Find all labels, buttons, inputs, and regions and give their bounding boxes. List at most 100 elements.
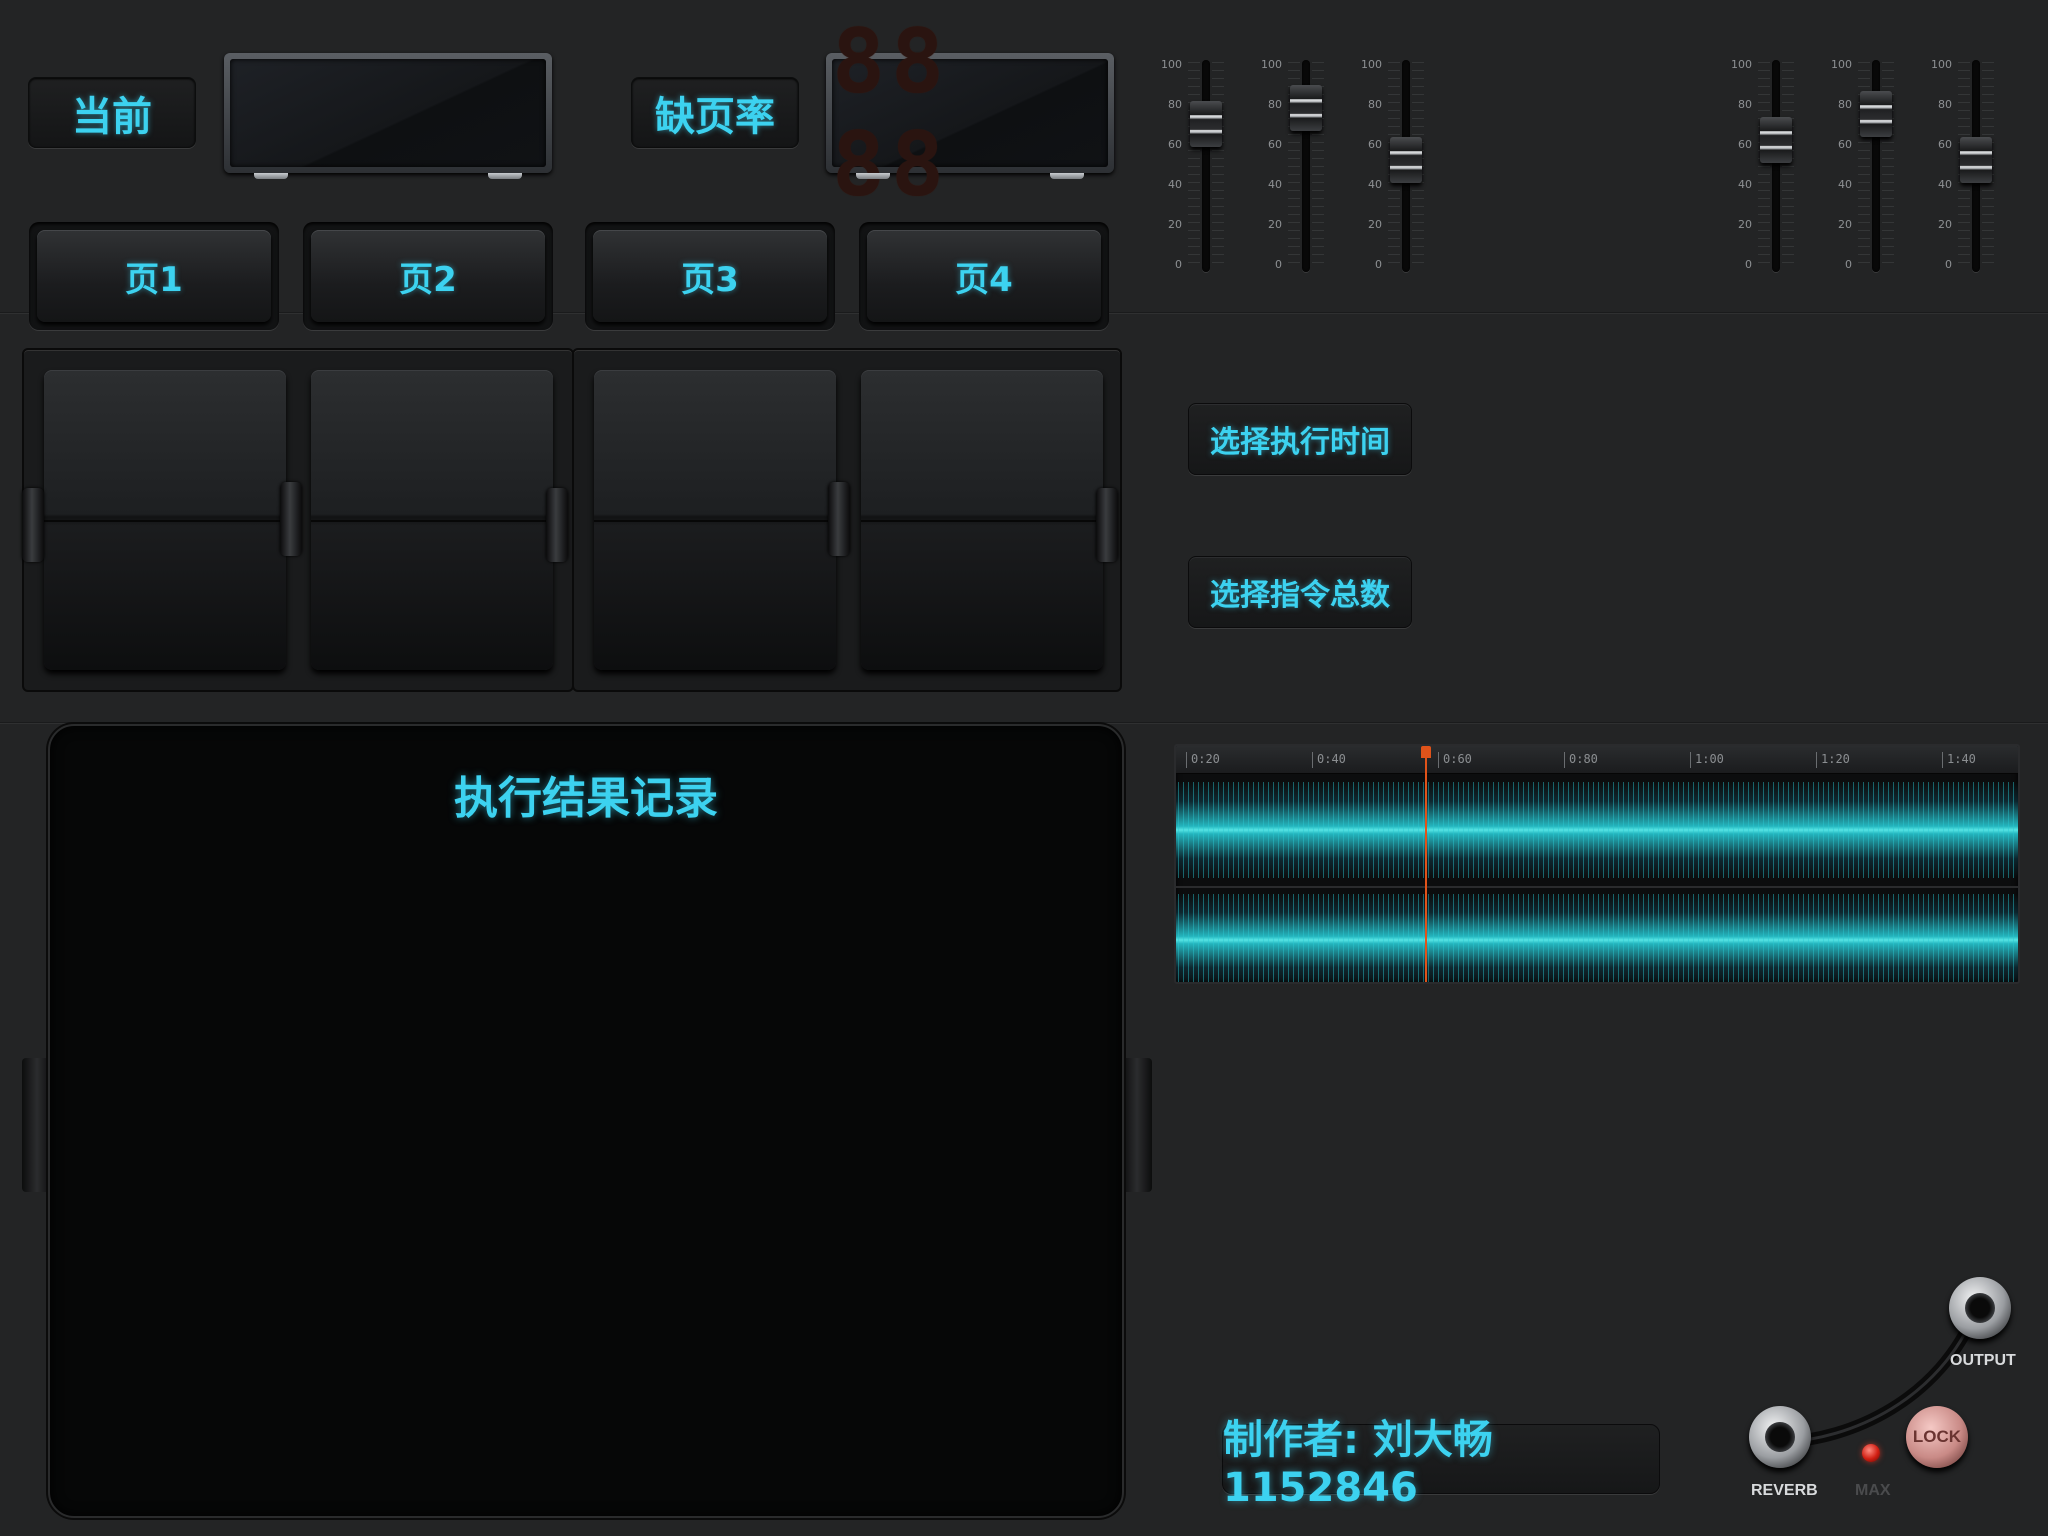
- ruler-tick-label: 0:40: [1312, 752, 1346, 768]
- ruler-tick-label: 0:20: [1186, 752, 1220, 768]
- fader-knob[interactable]: [1860, 91, 1892, 137]
- fader-scale-label: 20: [1838, 218, 1852, 231]
- hinge: [1096, 488, 1118, 562]
- fader-scale-label: 100: [1831, 58, 1852, 71]
- fader-scale-label: 40: [1738, 178, 1752, 191]
- waveform-channel-left: [1176, 782, 2018, 878]
- fader-scale-label: 60: [1738, 138, 1752, 151]
- fader-track[interactable]: [1772, 60, 1780, 272]
- fader-knob[interactable]: [1390, 137, 1422, 183]
- waveform-playhead[interactable]: [1425, 746, 1427, 982]
- right-fader-2[interactable]: 100 80 60 40 20 0: [1822, 58, 1908, 278]
- fault-rate-display-screen: 88 88: [832, 10, 1108, 216]
- fader-scale-label: 100: [1161, 58, 1182, 71]
- page-button-4[interactable]: 页4: [859, 222, 1109, 330]
- fader-scale-label: 40: [1938, 178, 1952, 191]
- record-side-tab-right: [1122, 1058, 1152, 1192]
- fader-scale-label: 0: [1945, 258, 1952, 271]
- lock-button[interactable]: LOCK: [1906, 1406, 1968, 1468]
- fader-scale-label: 60: [1838, 138, 1852, 151]
- page-button-1[interactable]: 页1: [29, 222, 279, 330]
- flip-card-page-1: [44, 370, 286, 670]
- waveform-display[interactable]: 0:20 0:40 0:60 0:80 1:00 1:20 1:40: [1174, 744, 2020, 984]
- fader-scale-label: 40: [1368, 178, 1382, 191]
- page-button-3[interactable]: 页3: [585, 222, 835, 330]
- fader-scale-label: 60: [1168, 138, 1182, 151]
- fader-scale-label: 60: [1938, 138, 1952, 151]
- fader-scale-label: 100: [1361, 58, 1382, 71]
- display-foot: [254, 173, 288, 179]
- flip-card-page-4: [861, 370, 1103, 670]
- current-display-screen: [230, 59, 546, 167]
- fader-scale-label: 40: [1168, 178, 1182, 191]
- fader-scale-label: 0: [1745, 258, 1752, 271]
- display-foot: [1050, 173, 1084, 179]
- fader-scale-label: 100: [1261, 58, 1282, 71]
- fader-scale-label: 80: [1838, 98, 1852, 111]
- execution-record-panel[interactable]: 执行结果记录: [48, 724, 1124, 1518]
- fault-rate-label: 缺页率: [631, 77, 799, 148]
- fader-scale-label: 20: [1938, 218, 1952, 231]
- fader-scale-label: 80: [1268, 98, 1282, 111]
- flip-card-page-3: [594, 370, 836, 670]
- page-button-label: 页2: [311, 230, 545, 322]
- hinge: [546, 488, 568, 562]
- waveform-channel-right: [1176, 894, 2018, 982]
- output-jack[interactable]: [1949, 1277, 2011, 1339]
- fader-scale-label: 40: [1838, 178, 1852, 191]
- fader-scale-label: 80: [1938, 98, 1952, 111]
- fault-rate-digits: 88 88: [832, 10, 950, 216]
- left-fader-1[interactable]: 100 80 60 40 20 0: [1152, 58, 1238, 278]
- current-display: [224, 53, 552, 179]
- fader-scale-label: 80: [1368, 98, 1382, 111]
- ruler-tick-label: 0:80: [1564, 752, 1598, 768]
- waveform-divider: [1176, 886, 2018, 888]
- right-fader-1[interactable]: 100 80 60 40 20 0: [1722, 58, 1808, 278]
- select-execution-time-button[interactable]: 选择执行时间: [1188, 403, 1412, 475]
- display-foot: [488, 173, 522, 179]
- fader-knob[interactable]: [1960, 137, 1992, 183]
- left-fader-3[interactable]: 100 80 60 40 20 0: [1352, 58, 1438, 278]
- waveform-playhead-handle[interactable]: [1421, 746, 1431, 758]
- reverb-jack[interactable]: [1749, 1406, 1811, 1468]
- fader-scale-label: 80: [1738, 98, 1752, 111]
- execution-record-title: 执行结果记录: [454, 773, 718, 824]
- fader-knob[interactable]: [1760, 117, 1792, 163]
- page-button-label: 页3: [593, 230, 827, 322]
- fader-scale-label: 80: [1168, 98, 1182, 111]
- fader-knob[interactable]: [1290, 85, 1322, 131]
- fader-scale-label: 40: [1268, 178, 1282, 191]
- ruler-tick-label: 1:00: [1690, 752, 1724, 768]
- waveform-time-ruler: 0:20 0:40 0:60 0:80 1:00 1:20 1:40: [1176, 746, 2018, 774]
- fader-scale-label: 0: [1375, 258, 1382, 271]
- fader-scale-label: 60: [1268, 138, 1282, 151]
- current-label: 当前: [28, 77, 196, 148]
- fader-scale-label: 20: [1268, 218, 1282, 231]
- select-instruction-total-button[interactable]: 选择指令总数: [1188, 556, 1412, 628]
- fader-scale-label: 20: [1738, 218, 1752, 231]
- fader-scale-label: 0: [1275, 258, 1282, 271]
- left-fader-2[interactable]: 100 80 60 40 20 0: [1252, 58, 1338, 278]
- author-credit: 制作者: 刘大畅 1152846: [1222, 1417, 1660, 1511]
- page-button-label: 页4: [867, 230, 1101, 322]
- max-label: MAX: [1855, 1482, 1891, 1499]
- flip-panel-left: [22, 348, 574, 692]
- fader-scale-label: 20: [1168, 218, 1182, 231]
- fault-rate-display: 88 88: [826, 10, 1114, 216]
- flip-panel-right: [572, 348, 1122, 692]
- output-label: OUTPUT: [1950, 1352, 2016, 1369]
- right-fader-3[interactable]: 100 80 60 40 20 0: [1922, 58, 2008, 278]
- fader-knob[interactable]: [1190, 101, 1222, 147]
- display-foot: [856, 173, 890, 179]
- fader-scale-label: 100: [1731, 58, 1752, 71]
- page-button-2[interactable]: 页2: [303, 222, 553, 330]
- max-indicator-led: [1862, 1444, 1880, 1462]
- fader-scale-label: 100: [1931, 58, 1952, 71]
- fader-scale-label: 60: [1368, 138, 1382, 151]
- fader-scale-label: 20: [1368, 218, 1382, 231]
- hinge: [828, 482, 850, 556]
- reverb-label: REVERB: [1751, 1482, 1818, 1499]
- ruler-tick-label: 1:40: [1942, 752, 1976, 768]
- ruler-tick-label: 1:20: [1816, 752, 1850, 768]
- fader-track[interactable]: [1202, 60, 1210, 272]
